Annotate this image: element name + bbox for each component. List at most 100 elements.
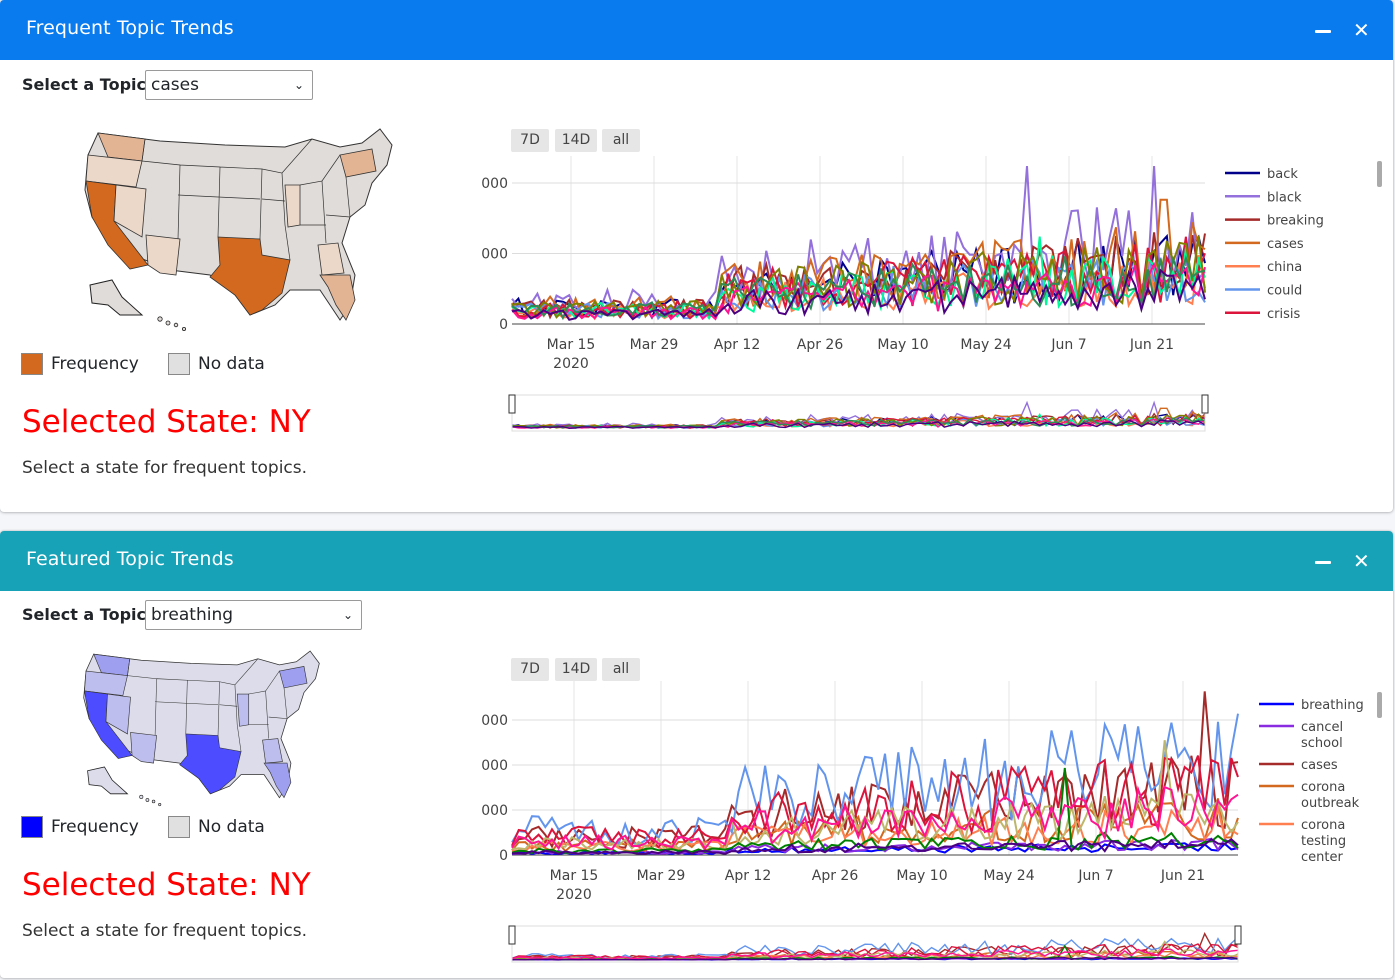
legend-label[interactable]: school bbox=[1301, 736, 1343, 751]
state-hi-island[interactable] bbox=[181, 326, 186, 331]
y-tick-label: 0 bbox=[499, 317, 508, 333]
card-title: Frequent Topic Trends bbox=[26, 17, 234, 39]
us-map[interactable] bbox=[50, 648, 340, 813]
x-tick-label: Mar 29 bbox=[637, 868, 686, 884]
topic-select[interactable]: cases ⌄ bbox=[145, 70, 313, 100]
range-button-7d[interactable]: 7D bbox=[511, 129, 549, 152]
state-hi-island[interactable] bbox=[145, 798, 150, 802]
range-button-7d[interactable]: 7D bbox=[511, 658, 549, 681]
state-hi-island[interactable] bbox=[173, 322, 179, 328]
hint-text: Select a state for frequent topics. bbox=[22, 458, 308, 478]
legend-label[interactable]: could bbox=[1267, 284, 1302, 299]
nodata-legend-label: No data bbox=[198, 354, 265, 374]
topic-select[interactable]: breathing ⌄ bbox=[145, 600, 362, 630]
x-tick-label: May 24 bbox=[983, 868, 1034, 884]
featured-topic-trends-card: Featured Topic Trends ✕ Select a Topic: … bbox=[0, 531, 1393, 978]
legend-scrollbar[interactable] bbox=[1377, 161, 1382, 187]
y-tick-label: 000 bbox=[481, 803, 508, 819]
frequency-swatch bbox=[21, 816, 43, 838]
topic-trend-chart[interactable]: Mar 15 Mar 29 Apr 12 Apr 26 May 10 May 24 Jun … bbox=[470, 150, 1390, 440]
legend-label[interactable]: corona bbox=[1301, 780, 1345, 795]
legend-label[interactable]: center bbox=[1301, 850, 1343, 865]
minimize-icon[interactable] bbox=[1315, 561, 1331, 564]
legend-scrollbar[interactable] bbox=[1377, 692, 1382, 718]
x-year-label: 2020 bbox=[556, 887, 592, 903]
legend-label[interactable]: outbreak bbox=[1301, 796, 1360, 811]
frequency-legend-label: Frequency bbox=[51, 354, 139, 374]
select-topic-label: Select a Topic: bbox=[22, 75, 153, 94]
range-slider-left-handle[interactable] bbox=[508, 394, 516, 414]
x-tick-label: Jun 21 bbox=[1129, 337, 1174, 353]
legend-label[interactable]: testing bbox=[1301, 834, 1346, 849]
state-az[interactable] bbox=[130, 732, 157, 764]
state-hi-island[interactable] bbox=[165, 320, 171, 326]
range-button-14d[interactable]: 14D bbox=[555, 129, 597, 152]
y-tick-label: 000 bbox=[481, 176, 508, 192]
state-az[interactable] bbox=[145, 234, 181, 276]
selected-state: Selected State: NY bbox=[22, 404, 311, 440]
x-year-label: 2020 bbox=[553, 356, 589, 372]
state-il[interactable] bbox=[284, 184, 301, 228]
legend-label[interactable]: cases bbox=[1267, 237, 1304, 252]
range-slider-right-handle[interactable] bbox=[1234, 925, 1242, 945]
chevron-down-icon: ⌄ bbox=[342, 608, 353, 622]
x-tick-label: Jun 7 bbox=[1050, 337, 1086, 353]
x-tick-label: May 24 bbox=[960, 337, 1011, 353]
legend-label[interactable]: china bbox=[1267, 260, 1302, 275]
state-hi-island[interactable] bbox=[158, 803, 162, 807]
range-slider-right-handle[interactable] bbox=[1201, 394, 1209, 414]
state-ak[interactable] bbox=[87, 766, 129, 795]
range-slider-left-handle[interactable] bbox=[508, 925, 516, 945]
topic-select-value: cases bbox=[151, 75, 199, 95]
x-tick-label: Apr 26 bbox=[812, 868, 859, 884]
legend-label[interactable]: breaking bbox=[1267, 214, 1324, 229]
legend-label[interactable]: breathing bbox=[1301, 698, 1364, 713]
card-title: Featured Topic Trends bbox=[26, 548, 234, 570]
legend-label[interactable]: crisis bbox=[1267, 307, 1300, 322]
x-tick-label: Mar 15 bbox=[550, 868, 599, 884]
legend-label[interactable]: black bbox=[1267, 190, 1302, 205]
frequent-topic-trends-card: Frequent Topic Trends ✕ Select a Topic: … bbox=[0, 0, 1393, 512]
state-hi-island[interactable] bbox=[151, 799, 156, 804]
x-tick-label: Mar 15 bbox=[547, 337, 596, 353]
state-il[interactable] bbox=[236, 693, 250, 727]
card-header: Featured Topic Trends ✕ bbox=[0, 531, 1393, 591]
chevron-down-icon: ⌄ bbox=[293, 78, 304, 92]
close-icon[interactable]: ✕ bbox=[1353, 549, 1370, 573]
range-button-all[interactable]: all bbox=[602, 129, 640, 152]
topic-select-value: breathing bbox=[151, 605, 234, 625]
x-tick-label: Mar 29 bbox=[630, 337, 679, 353]
x-tick-label: Apr 12 bbox=[725, 868, 771, 884]
nodata-swatch bbox=[168, 353, 190, 375]
state-hi-island[interactable] bbox=[157, 316, 163, 322]
y-tick-label: 0 bbox=[499, 848, 508, 864]
select-topic-label: Select a Topic: bbox=[22, 605, 153, 624]
card-header: Frequent Topic Trends ✕ bbox=[0, 0, 1393, 60]
close-icon[interactable]: ✕ bbox=[1353, 18, 1370, 42]
y-tick-label: 000 bbox=[481, 758, 508, 774]
nodata-swatch bbox=[168, 816, 190, 838]
frequency-swatch bbox=[21, 353, 43, 375]
range-button-all[interactable]: all bbox=[602, 658, 640, 681]
topic-trend-chart[interactable]: Mar 15 Mar 29 Apr 12 Apr 26 May 10 May 24 Jun … bbox=[470, 681, 1390, 971]
legend-label[interactable]: cases bbox=[1301, 758, 1338, 773]
x-tick-label: Jun 7 bbox=[1077, 868, 1113, 884]
x-tick-label: Apr 26 bbox=[797, 337, 844, 353]
state-hi-island[interactable] bbox=[139, 794, 144, 799]
legend-label[interactable]: cancel bbox=[1301, 720, 1343, 735]
legend-label[interactable]: back bbox=[1267, 167, 1298, 182]
frequency-legend-label: Frequency bbox=[51, 817, 139, 837]
range-button-14d[interactable]: 14D bbox=[555, 658, 597, 681]
state-ak[interactable] bbox=[89, 279, 144, 316]
hint-text: Select a state for frequent topics. bbox=[22, 921, 308, 941]
x-tick-label: May 10 bbox=[896, 868, 947, 884]
minimize-icon[interactable] bbox=[1315, 30, 1331, 33]
legend-label[interactable]: corona bbox=[1301, 818, 1345, 833]
nodata-legend-label: No data bbox=[198, 817, 265, 837]
x-tick-label: Apr 12 bbox=[714, 337, 760, 353]
us-map[interactable] bbox=[50, 125, 410, 340]
y-tick-label: 000 bbox=[481, 247, 508, 263]
x-tick-label: May 10 bbox=[877, 337, 928, 353]
y-tick-label: 000 bbox=[481, 713, 508, 729]
x-tick-label: Jun 21 bbox=[1160, 868, 1205, 884]
